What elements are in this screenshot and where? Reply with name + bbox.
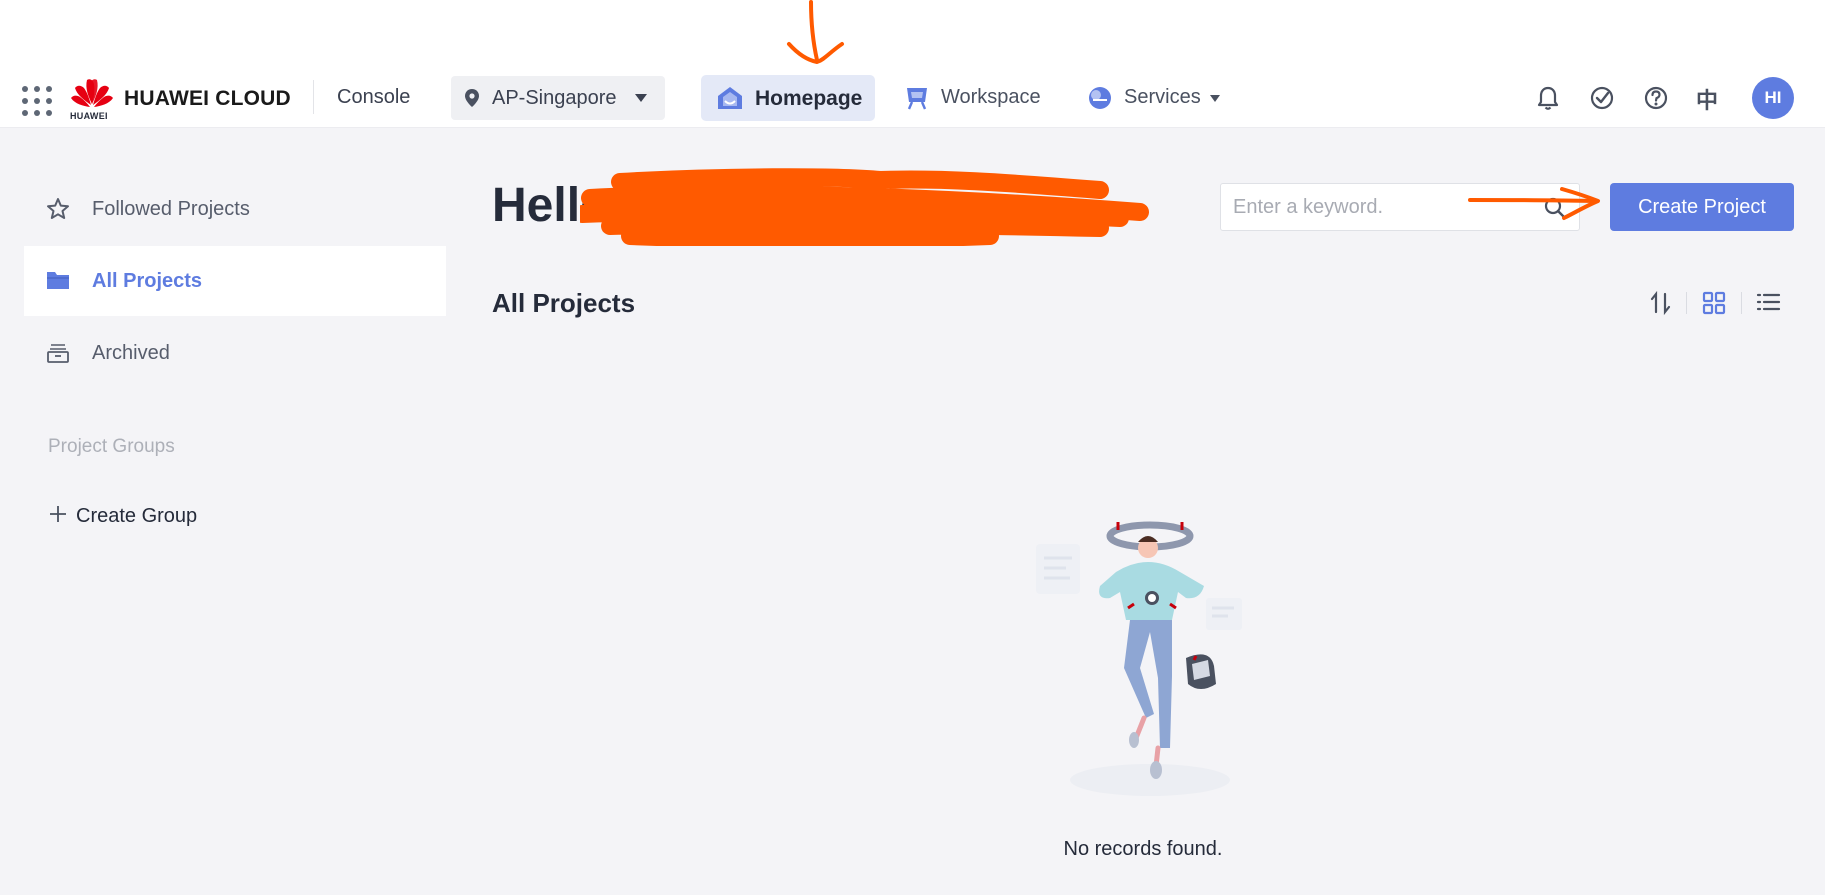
cloud-services-icon[interactable]	[1086, 84, 1114, 110]
sidebar-item-all-projects[interactable]: All Projects	[24, 246, 446, 316]
home-icon	[718, 87, 742, 109]
brand-name[interactable]: HUAWEI CLOUD	[124, 87, 291, 111]
help-icon[interactable]	[1642, 84, 1670, 112]
folder-icon	[47, 272, 69, 289]
archive-icon	[47, 344, 69, 363]
create-project-button[interactable]: Create Project	[1610, 183, 1794, 231]
grid-view-icon[interactable]	[1701, 290, 1727, 316]
location-pin-icon	[465, 89, 479, 107]
view-divider	[1686, 292, 1687, 314]
region-label: AP-Singapore	[492, 87, 617, 109]
nav-services[interactable]: Services	[1124, 86, 1201, 109]
sidebar-item-label: Archived	[92, 342, 170, 364]
user-avatar[interactable]: HI	[1752, 77, 1794, 119]
header-divider	[313, 80, 314, 114]
region-selector[interactable]: AP-Singapore	[451, 76, 665, 120]
console-link[interactable]: Console	[337, 86, 410, 109]
sort-icon[interactable]	[1648, 290, 1674, 316]
sidebar-item-followed-projects[interactable]: Followed Projects	[24, 174, 446, 244]
todo-check-icon[interactable]	[1588, 84, 1616, 112]
sidebar-item-archived[interactable]: Archived	[24, 318, 446, 388]
redaction-scribble	[580, 168, 1149, 246]
chevron-down-icon	[635, 94, 647, 102]
list-view-icon[interactable]	[1755, 290, 1781, 316]
nav-homepage[interactable]: Homepage	[701, 75, 875, 121]
logo-wordmark: HUAWEI	[70, 111, 108, 121]
window-top-area	[0, 0, 1825, 72]
nav-workspace[interactable]: Workspace	[941, 86, 1041, 109]
empty-state-message: No records found.	[1063, 838, 1223, 860]
view-divider	[1741, 292, 1742, 314]
sidebar-item-label: All Projects	[92, 270, 203, 292]
plus-icon	[50, 506, 66, 522]
language-switcher[interactable]: 中	[1696, 83, 1718, 115]
section-title: All Projects	[492, 288, 636, 318]
annotation-arrow-right-icon	[1468, 187, 1600, 220]
chevron-down-icon[interactable]	[1210, 95, 1220, 102]
project-groups-heading: Project Groups	[48, 436, 175, 457]
sidebar-item-label: Followed Projects	[92, 198, 250, 220]
app-grid-icon[interactable]	[20, 84, 52, 116]
workspace-icon[interactable]	[904, 84, 930, 110]
nav-homepage-label: Homepage	[755, 87, 863, 110]
annotation-arrow-down-icon	[787, 0, 844, 65]
star-icon	[47, 198, 69, 219]
empty-state-illustration	[1036, 521, 1242, 796]
bell-icon[interactable]	[1534, 84, 1562, 112]
create-group-label: Create Group	[76, 505, 198, 527]
